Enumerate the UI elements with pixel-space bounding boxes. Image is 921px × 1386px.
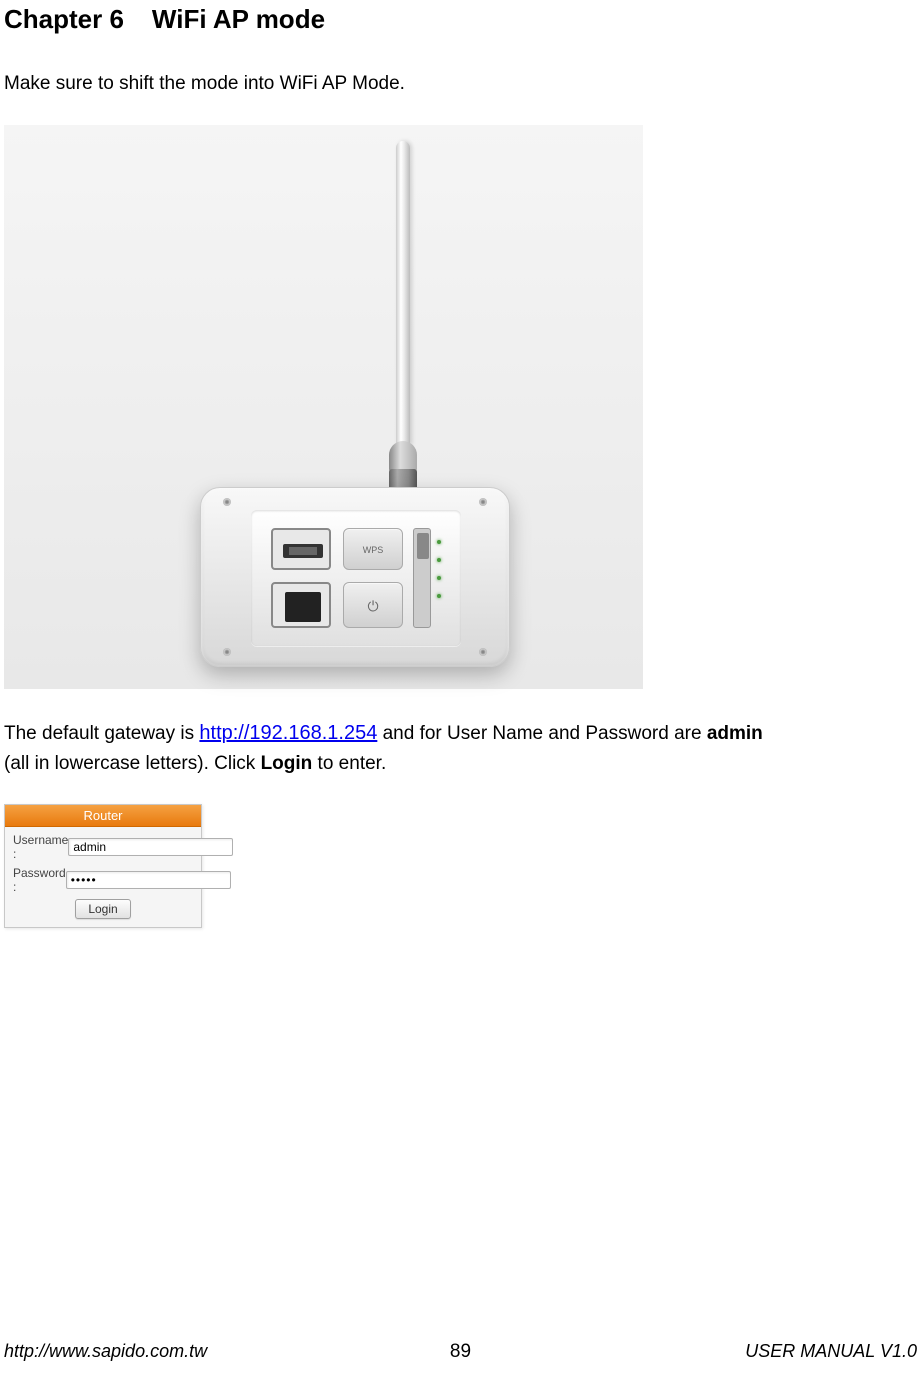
- intro-paragraph: Make sure to shift the mode into WiFi AP…: [4, 73, 917, 95]
- login-button[interactable]: Login: [75, 899, 130, 919]
- antenna: [396, 141, 410, 445]
- gateway-prefix: The default gateway is: [4, 723, 199, 744]
- username-input[interactable]: [68, 838, 233, 856]
- usb-port-icon: [271, 528, 331, 570]
- login-panel-header: Router: [5, 805, 201, 827]
- password-row: Password :: [13, 866, 193, 894]
- status-leds: [437, 540, 455, 620]
- gateway-paragraph: The default gateway is http://192.168.1.…: [4, 717, 917, 780]
- ethernet-port-icon: [271, 582, 331, 628]
- chapter-number: Chapter 6: [4, 4, 124, 34]
- screw-icon: [223, 648, 231, 656]
- gateway-line2-prefix: (all in lowercase letters). Click: [4, 753, 261, 774]
- password-input[interactable]: [66, 871, 231, 889]
- footer-version: USER MANUAL V1.0: [745, 1341, 917, 1362]
- power-button-icon: ⏻: [343, 582, 403, 628]
- chapter-title: WiFi AP mode: [152, 4, 325, 34]
- page-footer: http://www.sapido.com.tw 89 USER MANUAL …: [0, 1341, 921, 1362]
- screw-icon: [479, 648, 487, 656]
- gateway-url-link[interactable]: http://192.168.1.254: [199, 722, 377, 744]
- password-label: Password :: [13, 866, 66, 894]
- gateway-login-word: Login: [261, 753, 313, 774]
- screw-icon: [223, 498, 231, 506]
- footer-url: http://www.sapido.com.tw: [4, 1341, 207, 1362]
- wps-button-icon: WPS: [343, 528, 403, 570]
- mode-switch-icon: [413, 528, 431, 628]
- username-row: Username :: [13, 833, 193, 861]
- chapter-heading: Chapter 6 WiFi AP mode: [4, 4, 917, 35]
- footer-page-number: 89: [450, 1341, 471, 1363]
- device-image: WPS ⏻: [4, 125, 643, 689]
- device-faceplate: WPS ⏻: [251, 510, 461, 646]
- gateway-line2-suffix: to enter.: [312, 753, 386, 774]
- gateway-credentials: admin: [707, 723, 763, 744]
- login-panel: Router Username : Password : Login: [4, 804, 202, 928]
- username-label: Username :: [13, 833, 68, 861]
- gateway-mid: and for User Name and Password are: [377, 723, 707, 744]
- screw-icon: [479, 498, 487, 506]
- device-body: WPS ⏻: [200, 487, 510, 667]
